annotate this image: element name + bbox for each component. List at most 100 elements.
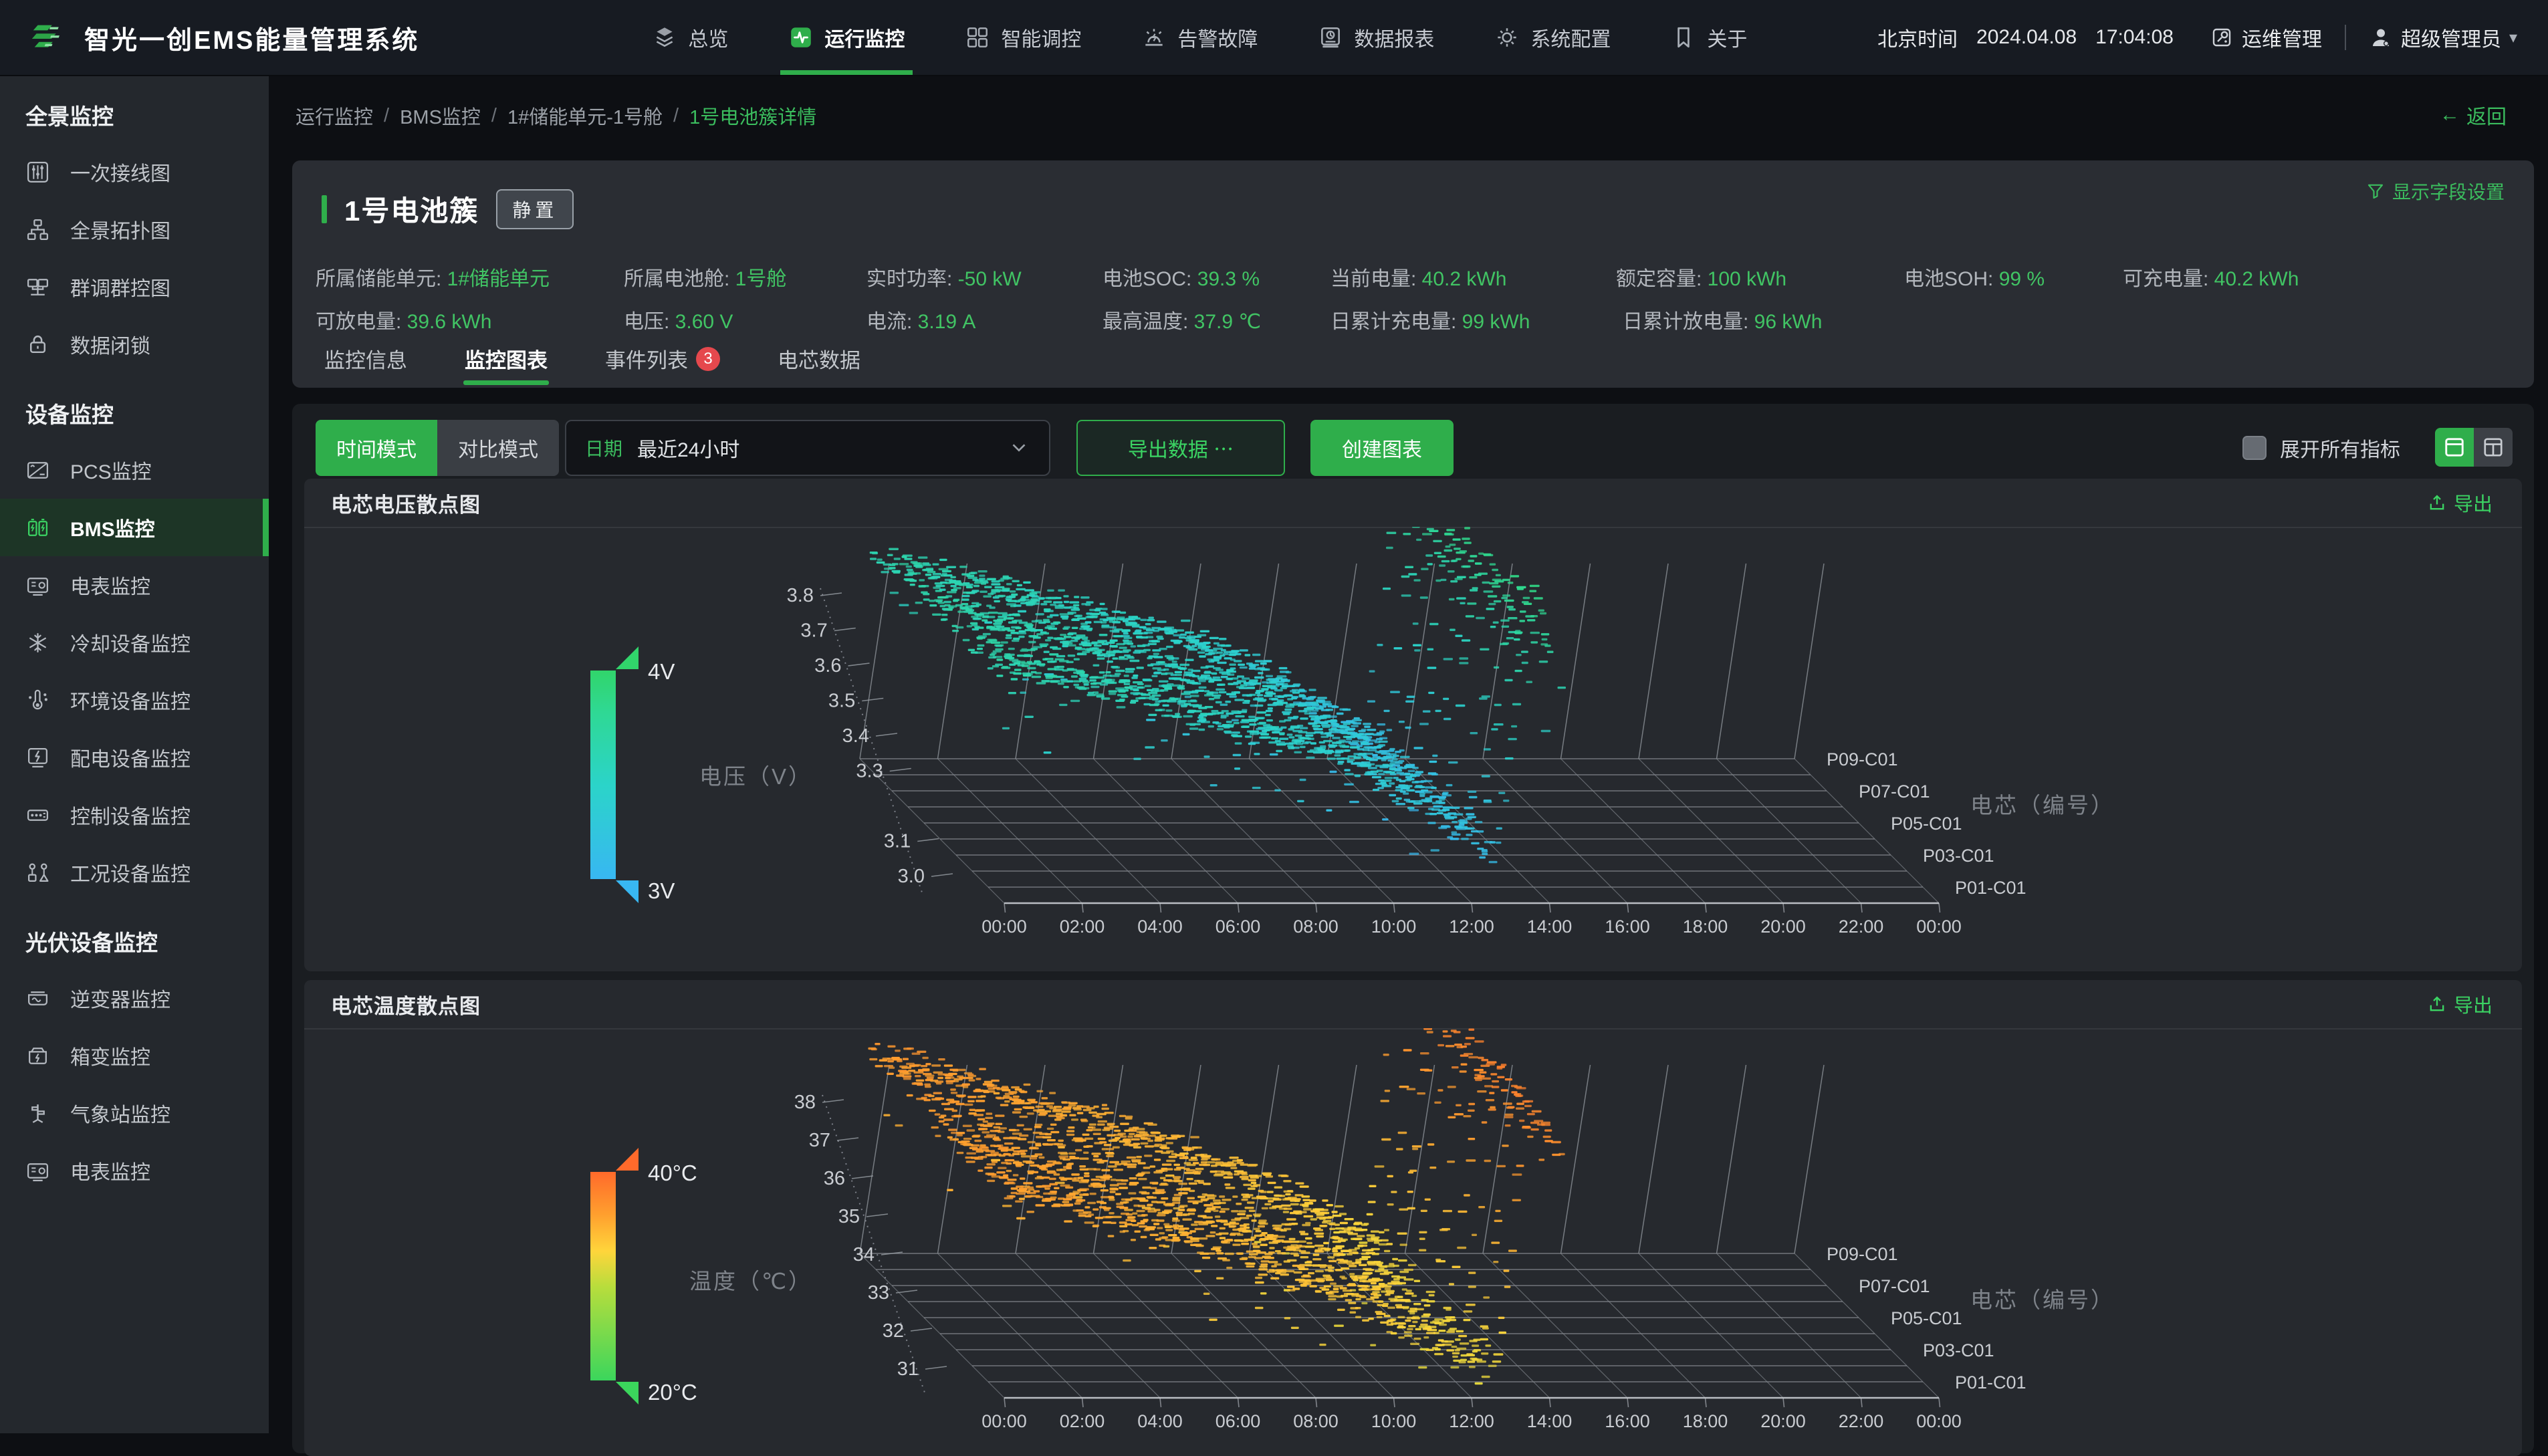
cluster-icon [25, 275, 50, 299]
sidebar-item-1-0[interactable]: PCS监控 [0, 441, 269, 499]
app-title: 智光一创EMS能量管理系统 [84, 19, 419, 56]
field-value: 40.2 kWh [1422, 268, 1507, 290]
breadcrumb-separator: / [673, 105, 679, 127]
svg-text:P05-C01: P05-C01 [1891, 814, 1962, 834]
sidebar-item-0-0[interactable]: 一次接线图 [0, 143, 269, 201]
export-data-button[interactable]: 导出数据 ⋯ [1076, 420, 1285, 476]
sidebar-item-label: 全景拓扑图 [70, 215, 170, 244]
overview-icon [652, 25, 677, 50]
config-icon [1494, 25, 1520, 50]
sidebar-item-2-1[interactable]: 箱变监控 [0, 1027, 269, 1084]
breadcrumb-item-0[interactable]: 运行监控 [296, 102, 373, 130]
svg-text:P09-C01: P09-C01 [1827, 1244, 1898, 1264]
sidebar-item-1-7[interactable]: 工况设备监控 [0, 844, 269, 901]
charts-panel: 时间模式 对比模式 日期 最近24小时 导出数据 ⋯ 创建图表 展开所有指标 电… [292, 404, 2534, 1453]
svg-text:10:00: 10:00 [1371, 1411, 1417, 1431]
field-label: 日累计放电量: [1623, 311, 1754, 333]
main-menu: 总览运行监控智能调控 告警故障 数据报表系统配置关于 [640, 0, 1759, 75]
svg-text:14:00: 14:00 [1527, 1411, 1573, 1431]
tab-event-list[interactable]: 事件列表3 [602, 340, 723, 388]
chart-export-button[interactable]: 导出 [2427, 990, 2493, 1018]
date-label: 日期 [585, 435, 622, 461]
breadcrumb-item-2[interactable]: 1#储能单元-1号舱 [507, 102, 663, 130]
sidebar-item-1-3[interactable]: 冷却设备监控 [0, 614, 269, 671]
breadcrumb-item-3[interactable]: 1号电池簇详情 [689, 102, 816, 130]
svg-text:P03-C01: P03-C01 [1923, 846, 1994, 866]
sidebar-item-1-5[interactable]: 配电设备监控 [0, 729, 269, 786]
user-menu[interactable]: 超级管理员 ▾ [2369, 23, 2517, 52]
panel-icon [25, 803, 50, 828]
voltage-3d-scatter-plot[interactable]: 3.83.73.63.53.43.33.13.000:0002:0004:000… [304, 527, 2522, 971]
sidebar-item-2-0[interactable]: 逆变器监控 [0, 969, 269, 1027]
time-mode-button[interactable]: 时间模式 [316, 420, 437, 476]
nav-item-0[interactable]: 总览 [640, 0, 740, 75]
sidebar-item-0-1[interactable]: 全景拓扑图 [0, 201, 269, 258]
svg-text:08:00: 08:00 [1293, 1411, 1339, 1431]
chart-title: 电芯电压散点图 [331, 488, 481, 518]
svg-text:10:00: 10:00 [1371, 917, 1417, 937]
sidebar-item-label: 冷却设备监控 [70, 628, 191, 657]
sidebar-item-1-4[interactable]: 环境设备监控 [0, 671, 269, 729]
expand-checkbox[interactable] [2242, 436, 2267, 460]
date-value: 最近24小时 [637, 433, 739, 463]
field-label: 电压: [624, 311, 675, 333]
nav-item-label: 告警故障 [1177, 23, 1258, 52]
date-range-select[interactable]: 日期 最近24小时 [565, 420, 1050, 476]
smart-icon [965, 25, 990, 50]
sidebar-item-label: 逆变器监控 [70, 983, 170, 1013]
sidebar-item-0-2[interactable]: 群调群控图 [0, 258, 269, 316]
temperature-3d-scatter-plot[interactable]: 383736353433323100:0002:0004:0006:0008:0… [304, 1028, 2522, 1449]
ops-management-button[interactable]: 运维管理 [2210, 23, 2322, 52]
breadcrumb-item-1[interactable]: BMS监控 [400, 102, 481, 130]
nav-item-2[interactable]: 智能调控 [953, 0, 1093, 75]
sidebar-item-label: 数据闭锁 [70, 330, 150, 359]
field-label: 实时功率: [866, 268, 958, 290]
wiring-icon [25, 160, 50, 185]
page-title: 1号电池簇 [344, 189, 479, 229]
tab-monitor-info[interactable]: 监控信息 [322, 340, 410, 388]
nav-item-6[interactable]: 关于 [1659, 0, 1759, 75]
back-arrow-icon: ← [2440, 104, 2460, 126]
boxbolt-icon [25, 1044, 50, 1068]
info-field: 电池SOH: 99 % [1904, 262, 2045, 291]
sidebar-item-2-2[interactable]: 气象站监控 [0, 1084, 269, 1142]
svg-text:3.0: 3.0 [898, 866, 925, 887]
back-button[interactable]: ← 返回 [2440, 100, 2507, 130]
info-field: 所属电池舱: 1号舱 [624, 262, 786, 291]
nav-item-4[interactable]: 数据报表 [1306, 0, 1446, 75]
navbar-right: 北京时间 2024.04.08 17:04:08 运维管理 超级管理员 ▾ [1877, 23, 2517, 52]
sidebar-item-1-1[interactable]: BMS监控 [0, 499, 269, 556]
ops-label: 运维管理 [2242, 23, 2322, 52]
svg-text:P03-C01: P03-C01 [1923, 1340, 1994, 1360]
layout-rows-toggle[interactable] [2435, 428, 2474, 467]
layout-split-toggle[interactable] [2474, 428, 2513, 467]
sidebar-item-0-3[interactable]: 数据闭锁 [0, 316, 269, 373]
sidebar-item-label: 一次接线图 [70, 157, 170, 187]
main-content: 运行监控/BMS监控/1#储能单元-1号舱/1号电池簇详情 ← 返回 显示字段设… [269, 75, 2548, 1433]
sidebar-item-label: 电表监控 [70, 1156, 150, 1185]
sidebar-item-1-6[interactable]: 控制设备监控 [0, 786, 269, 844]
sidebar-item-2-3[interactable]: 电表监控 [0, 1142, 269, 1199]
nav-item-5[interactable]: 系统配置 [1482, 0, 1623, 75]
create-chart-button[interactable]: 创建图表 [1310, 420, 1454, 476]
field-settings-button[interactable]: 显示字段设置 [2365, 178, 2505, 205]
breadcrumb-separator: / [384, 105, 389, 127]
sidebar-item-1-2[interactable]: 电表监控 [0, 556, 269, 614]
field-label: 可放电量: [316, 311, 407, 333]
weather-icon [25, 1101, 50, 1126]
field-value: 37.9 ℃ [1194, 311, 1261, 333]
tab-cell-data[interactable]: 电芯数据 [775, 340, 863, 388]
expand-all-metrics-control[interactable]: 展开所有指标 [2242, 433, 2400, 463]
svg-text:3.7: 3.7 [800, 620, 827, 642]
tab-monitor-charts[interactable]: 监控图表 [462, 340, 550, 388]
svg-text:33: 33 [868, 1282, 889, 1304]
compare-mode-button[interactable]: 对比模式 [437, 420, 559, 476]
svg-text:3.8: 3.8 [787, 585, 814, 606]
sidebar-item-label: PCS监控 [70, 455, 152, 485]
funnel-icon [2365, 181, 2386, 201]
tab-event-list-label: 事件列表 [605, 349, 688, 372]
svg-text:P07-C01: P07-C01 [1859, 781, 1930, 802]
chart-export-button[interactable]: 导出 [2427, 489, 2493, 517]
nav-item-1[interactable]: 运行监控 [776, 0, 917, 75]
nav-item-3[interactable]: 告警故障 [1129, 0, 1270, 75]
